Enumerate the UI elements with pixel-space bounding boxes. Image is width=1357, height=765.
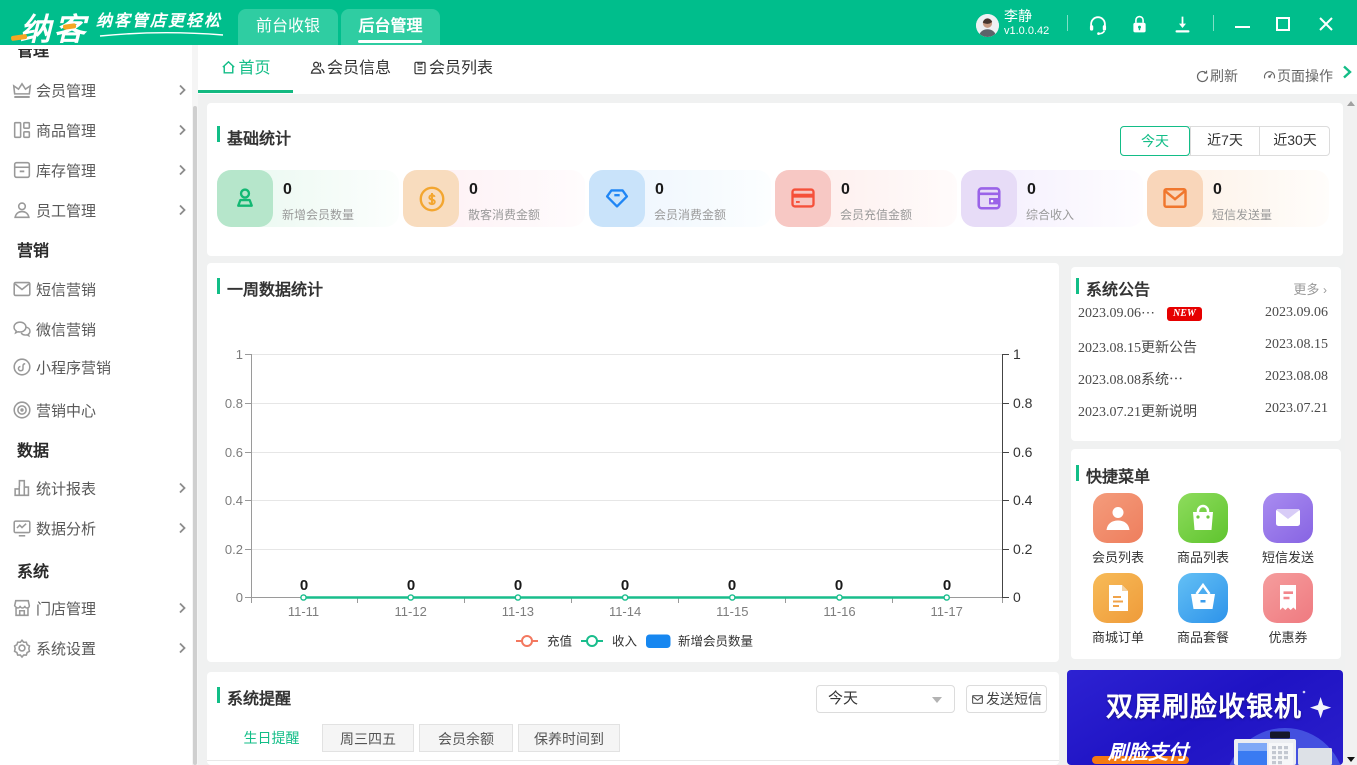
- svg-text:收入: 收入: [612, 635, 638, 649]
- svg-text:11-11: 11-11: [288, 604, 319, 619]
- svg-text:0: 0: [300, 577, 308, 594]
- svg-text:0.8: 0.8: [225, 396, 243, 411]
- svg-text:0.2: 0.2: [1013, 541, 1033, 557]
- svg-text:0.4: 0.4: [1013, 492, 1033, 508]
- svg-text:0: 0: [943, 577, 951, 594]
- svg-text:11-14: 11-14: [609, 604, 641, 619]
- svg-text:充值: 充值: [547, 634, 572, 649]
- svg-text:0.2: 0.2: [225, 542, 243, 557]
- svg-text:11-12: 11-12: [395, 604, 427, 619]
- svg-text:0: 0: [236, 590, 243, 605]
- svg-text:0: 0: [621, 577, 629, 594]
- svg-text:1: 1: [236, 347, 243, 362]
- svg-text:1: 1: [1013, 346, 1021, 362]
- svg-text:0.6: 0.6: [225, 445, 243, 460]
- svg-text:0: 0: [728, 577, 736, 594]
- svg-text:11-15: 11-15: [716, 604, 748, 619]
- svg-text:0: 0: [835, 577, 843, 594]
- svg-text:0.6: 0.6: [1013, 444, 1033, 460]
- svg-text:0: 0: [514, 577, 522, 594]
- svg-text:0: 0: [407, 577, 415, 594]
- svg-text:新增会员数量: 新增会员数量: [678, 634, 753, 649]
- svg-text:11-17: 11-17: [931, 604, 963, 619]
- svg-text:0.8: 0.8: [1013, 395, 1033, 411]
- svg-text:0: 0: [1013, 589, 1021, 605]
- svg-text:0.4: 0.4: [225, 493, 243, 508]
- svg-text:11-13: 11-13: [502, 604, 534, 619]
- svg-text:11-16: 11-16: [823, 604, 855, 619]
